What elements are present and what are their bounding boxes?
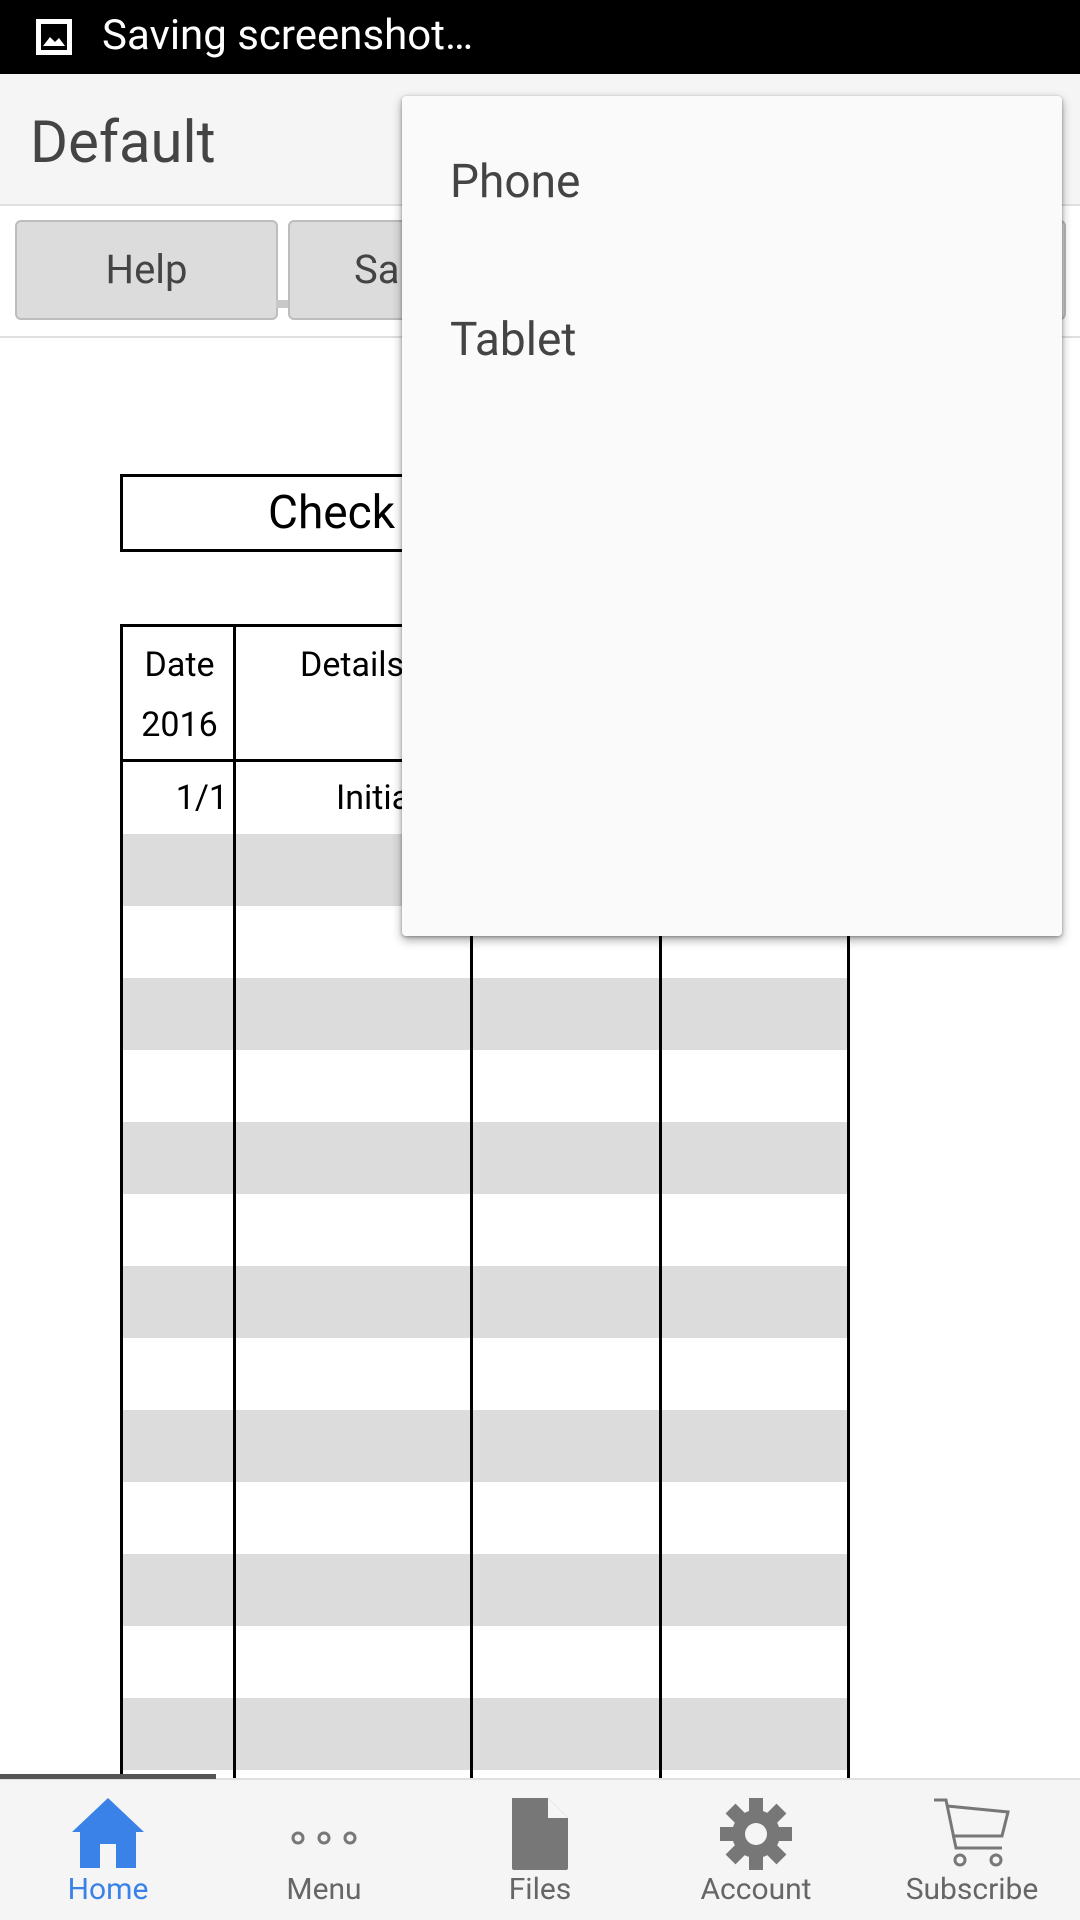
nav-home-label: Home	[67, 1872, 149, 1907]
cell-date[interactable]: 1/1	[123, 762, 236, 834]
more-dots-icon	[291, 1831, 357, 1845]
header-date-year: 2016	[141, 705, 218, 745]
help-button[interactable]: Help	[15, 220, 278, 320]
header-date-label: Date	[144, 645, 215, 685]
column-divider	[233, 627, 236, 1778]
nav-files[interactable]: Files	[432, 1780, 648, 1920]
table-row[interactable]	[123, 978, 847, 1050]
table-row[interactable]	[123, 1410, 847, 1482]
status-bar: Saving screenshot…	[0, 0, 1080, 74]
app-title: Default	[30, 109, 216, 177]
menu-item-phone[interactable]: Phone	[450, 152, 580, 212]
home-icon	[72, 1798, 144, 1868]
status-text: Saving screenshot…	[102, 11, 474, 60]
table-row[interactable]	[123, 1050, 847, 1122]
nav-account-label: Account	[700, 1872, 812, 1907]
header-date: Date 2016	[123, 635, 236, 755]
nav-subscribe[interactable]: Subscribe	[864, 1780, 1080, 1920]
table-row[interactable]	[123, 1626, 847, 1698]
menu-item-tablet[interactable]: Tablet	[450, 310, 576, 370]
table-row[interactable]	[123, 1698, 847, 1770]
bottom-navigation: Home Menu Files Account Subscribe	[0, 1774, 1080, 1920]
nav-menu-label: Menu	[286, 1872, 362, 1907]
nav-home[interactable]: Home	[0, 1780, 216, 1920]
screenshot-icon	[36, 19, 72, 55]
cart-icon	[934, 1798, 1010, 1867]
layout-dropdown-menu: Phone Tablet	[402, 96, 1062, 936]
nav-subscribe-label: Subscribe	[905, 1872, 1039, 1907]
table-row[interactable]	[123, 1338, 847, 1410]
table-row[interactable]	[123, 1770, 847, 1778]
table-row[interactable]	[123, 1266, 847, 1338]
table-row[interactable]	[123, 1122, 847, 1194]
table-row[interactable]	[123, 1194, 847, 1266]
nav-account[interactable]: Account	[648, 1780, 864, 1920]
gear-icon	[720, 1798, 792, 1870]
table-row[interactable]	[123, 1482, 847, 1554]
nav-files-label: Files	[508, 1872, 572, 1907]
nav-menu[interactable]: Menu	[216, 1780, 432, 1920]
file-icon	[512, 1798, 568, 1870]
nav-active-indicator	[0, 1774, 216, 1779]
table-row[interactable]	[123, 1554, 847, 1626]
